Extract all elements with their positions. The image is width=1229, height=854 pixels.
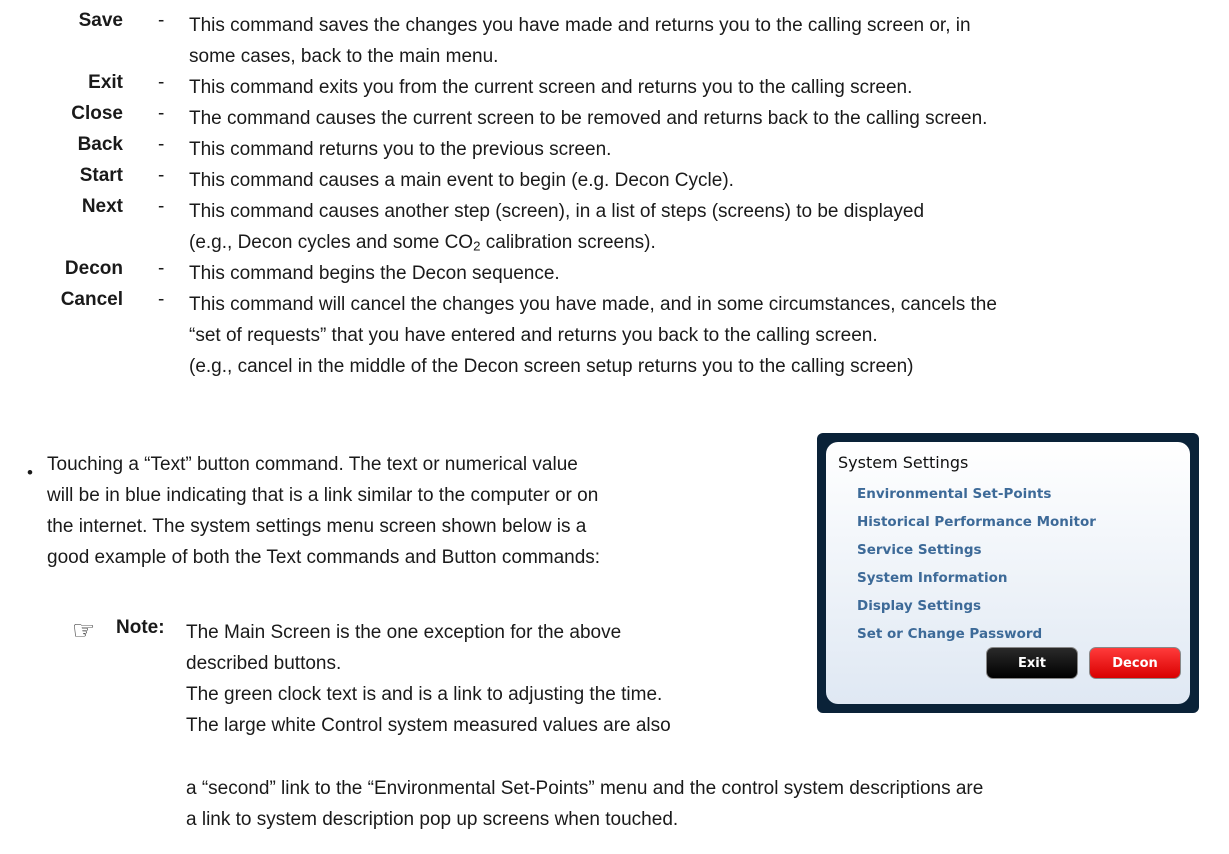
command-term: Cancel bbox=[60, 289, 123, 310]
description-line: This command returns you to the previous… bbox=[189, 139, 612, 160]
link-historical-performance-monitor[interactable]: Historical Performance Monitor bbox=[857, 514, 1096, 530]
paragraph-line: good example of both the Text commands a… bbox=[47, 547, 601, 568]
command-description: This command returns you to the previous… bbox=[189, 134, 1219, 165]
link-environmental-set-points[interactable]: Environmental Set-Points bbox=[857, 486, 1051, 502]
description-line: This command will cancel the changes you… bbox=[189, 294, 997, 315]
command-term: Start bbox=[79, 165, 123, 186]
paragraph-line: Touching a “Text” button command. The te… bbox=[47, 454, 578, 475]
separator-dash: - bbox=[158, 165, 165, 186]
exit-button[interactable]: Exit bbox=[986, 647, 1078, 679]
link-service-settings[interactable]: Service Settings bbox=[857, 542, 982, 558]
separator-dash: - bbox=[158, 196, 165, 217]
decon-button[interactable]: Decon bbox=[1089, 647, 1181, 679]
command-description: This command begins the Decon sequence. bbox=[189, 258, 1219, 289]
system-settings-panel: System Settings Environmental Set-Points… bbox=[817, 433, 1199, 713]
note-continuation: a “second” link to the “Environmental Se… bbox=[186, 773, 983, 835]
link-set-or-change-password[interactable]: Set or Change Password bbox=[857, 626, 1042, 642]
note-line: a link to system description pop up scre… bbox=[186, 809, 679, 830]
command-term: Next bbox=[81, 196, 123, 217]
description-line: (e.g., Decon cycles and some CO2 calibra… bbox=[189, 227, 1219, 262]
note-line: The Main Screen is the one exception for… bbox=[186, 622, 622, 643]
command-term: Exit bbox=[88, 72, 123, 93]
description-line: The command causes the current screen to… bbox=[189, 108, 988, 129]
description-line: This command saves the changes you have … bbox=[189, 15, 971, 36]
command-description: This command exits you from the current … bbox=[189, 72, 1219, 103]
separator-dash: - bbox=[158, 134, 165, 155]
command-term: Back bbox=[77, 134, 123, 155]
description-line: This command exits you from the current … bbox=[189, 77, 913, 98]
description-fragment: (e.g., Decon cycles and some CO bbox=[189, 232, 474, 253]
note-line: The large white Control system measured … bbox=[186, 715, 671, 736]
link-display-settings[interactable]: Display Settings bbox=[857, 598, 981, 614]
command-description: This command saves the changes you have … bbox=[189, 10, 1219, 72]
separator-dash: - bbox=[158, 289, 165, 310]
command-term: Decon bbox=[64, 258, 123, 279]
panel-title: System Settings bbox=[838, 453, 969, 472]
text-command-paragraph: Touching a “Text” button command. The te… bbox=[47, 449, 767, 573]
note-line: described buttons. bbox=[186, 653, 342, 674]
description-line: This command begins the Decon sequence. bbox=[189, 263, 560, 284]
command-description: This command will cancel the changes you… bbox=[189, 289, 1219, 382]
description-line: some cases, back to the main menu. bbox=[189, 46, 499, 67]
separator-dash: - bbox=[158, 72, 165, 93]
pointing-hand-icon: ☞ bbox=[72, 615, 96, 645]
note-line: The green clock text is and is a link to… bbox=[186, 684, 663, 705]
description-line: This command causes another step (screen… bbox=[189, 201, 925, 222]
description-fragment: calibration screens). bbox=[480, 232, 656, 253]
separator-dash: - bbox=[158, 103, 165, 124]
command-description: The command causes the current screen to… bbox=[189, 103, 1219, 134]
separator-dash: - bbox=[158, 258, 165, 279]
command-term: Close bbox=[71, 103, 123, 124]
description-line: (e.g., cancel in the middle of the Decon… bbox=[189, 356, 914, 377]
paragraph-line: the internet. The system settings menu s… bbox=[47, 516, 587, 537]
description-line: “set of requests” that you have entered … bbox=[189, 325, 878, 346]
bullet-point: • bbox=[27, 463, 33, 482]
panel-body: System Settings Environmental Set-Points… bbox=[826, 442, 1190, 704]
description-line: This command causes a main event to begi… bbox=[189, 170, 734, 191]
note-text: The Main Screen is the one exception for… bbox=[186, 617, 671, 741]
note-label: Note: bbox=[116, 617, 165, 638]
link-system-information[interactable]: System Information bbox=[857, 570, 1008, 586]
separator-dash: - bbox=[158, 10, 165, 31]
command-description: This command causes a main event to begi… bbox=[189, 165, 1219, 196]
command-term: Save bbox=[78, 10, 123, 31]
command-description: This command causes another step (screen… bbox=[189, 196, 1219, 262]
paragraph-line: will be in blue indicating that is a lin… bbox=[47, 485, 599, 506]
note-line: a “second” link to the “Environmental Se… bbox=[186, 778, 984, 799]
